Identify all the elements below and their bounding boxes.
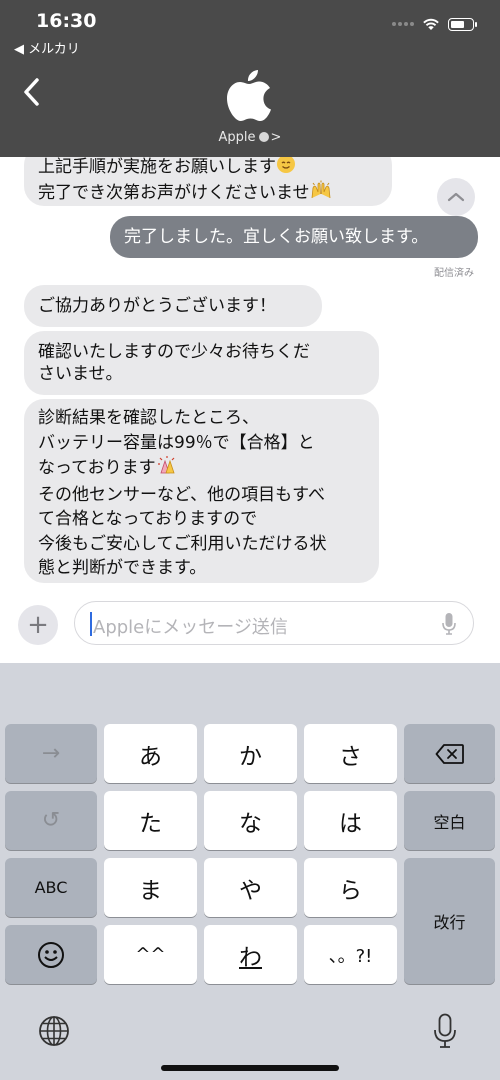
chevron-left-icon <box>24 78 39 106</box>
add-attachment-button[interactable]: + <box>18 605 58 645</box>
scroll-up-button[interactable] <box>437 178 475 216</box>
key-label: た <box>139 810 162 837</box>
key-label: 、。?! <box>328 945 373 967</box>
key-return[interactable]: 改行 <box>404 858 495 984</box>
raising-hands-emoji-icon <box>310 180 332 206</box>
message-text: 態と判断ができます。 <box>38 558 207 578</box>
status-indicators <box>392 17 477 31</box>
status-time: 16:30 <box>36 10 97 32</box>
contact-name-button[interactable]: Apple > <box>0 130 500 145</box>
message-text: 今後もご安心してご利用いただける状 <box>38 533 327 554</box>
key-dakuten[interactable]: ^^ <box>104 925 197 984</box>
battery-icon <box>448 17 477 31</box>
message-text: なっております <box>38 455 365 483</box>
message-text: 上記手順が実施をお願いします <box>38 157 378 180</box>
key-label: あ <box>139 743 162 770</box>
message-text: 完了でき次第お声がけくださいませ <box>38 180 378 206</box>
plus-icon: + <box>27 610 49 640</box>
key-delete[interactable] <box>404 724 495 783</box>
message-text: 完了しました。宜しくお願い致します。 <box>124 227 429 247</box>
contact-name: Apple <box>218 130 256 145</box>
message-bubble-outgoing: 完了しました。宜しくお願い致します。 <box>110 216 478 258</box>
globe-icon[interactable] <box>38 1015 70 1047</box>
undo-icon: ↺ <box>41 808 61 833</box>
message-bubble-incoming: 確認いたしますので少々お待ちくだ さいませ。 <box>24 331 379 395</box>
message-text: さいませ。 <box>38 364 123 384</box>
message-bubble-incoming: 上記手順が実施をお願いします 完了でき次第お声がけくださいませ <box>24 157 392 206</box>
key-sa[interactable]: さ <box>304 724 397 783</box>
message-text: その他センサーなど、他の項目もすべ <box>38 484 325 505</box>
delivery-status: 配信済み <box>434 268 474 279</box>
message-list[interactable]: 上記手順が実施をお願いします 完了でき次第お声がけくださいませ 完了しました。宜… <box>0 157 500 662</box>
key-label: か <box>239 743 262 770</box>
chevron-right-icon: > <box>270 130 282 145</box>
key-ha[interactable]: は <box>304 791 397 850</box>
chat-header: 16:30 ◀ メルカリ Apple > <box>0 0 500 157</box>
message-text: 診断結果を確認したところ、 <box>38 408 259 428</box>
chevron-up-icon <box>447 192 465 202</box>
home-indicator <box>161 1065 339 1071</box>
key-label: や <box>239 877 262 904</box>
party-emoji-icon <box>156 455 178 483</box>
key-label: ^^ <box>135 944 166 965</box>
back-to-app-link[interactable]: ◀ メルカリ <box>14 38 80 57</box>
key-label: ら <box>339 877 362 904</box>
emoji-smiley-icon <box>38 941 64 968</box>
key-next-candidate[interactable]: → <box>5 724 97 783</box>
key-wa[interactable]: わ <box>204 925 297 984</box>
key-label: さ <box>339 743 362 770</box>
key-ya[interactable]: や <box>204 858 297 917</box>
apple-logo-icon[interactable] <box>220 66 278 124</box>
text-caret <box>90 612 92 636</box>
key-label: ABC <box>34 878 68 897</box>
key-a[interactable]: あ <box>104 724 197 783</box>
key-label: わ <box>239 944 262 971</box>
back-button[interactable] <box>14 72 48 112</box>
message-bubble-incoming: 診断結果を確認したところ、 バッテリー容量は99％で【合格】と なっております … <box>24 399 379 583</box>
key-emoji[interactable] <box>5 925 97 984</box>
wifi-icon <box>423 18 439 30</box>
backspace-icon <box>435 743 464 764</box>
key-ta[interactable]: た <box>104 791 197 850</box>
message-input-placeholder: Appleにメッセージ送信 <box>93 617 288 638</box>
key-undo[interactable]: ↺ <box>5 791 97 850</box>
key-punctuation[interactable]: 、。?! <box>304 925 397 984</box>
dictation-microphone-icon[interactable] <box>432 1013 458 1049</box>
key-label: 空白 <box>433 812 466 832</box>
message-input[interactable]: Appleにメッセージ送信 <box>74 601 474 645</box>
message-bubble-incoming: ご協力ありがとうございます！ <box>24 285 322 327</box>
key-label: 改行 <box>433 913 466 932</box>
key-label: は <box>339 810 362 837</box>
arrow-right-icon: → <box>41 741 61 766</box>
microphone-icon[interactable] <box>441 612 457 636</box>
signal-icon <box>392 22 414 26</box>
japanese-kana-keyboard: → ↺ ABC あ か さ た な は ま や ら ^^ わ 、。?! 空白 改… <box>0 663 500 1080</box>
message-text: ご協力ありがとうございます！ <box>38 296 276 316</box>
smiling-face-emoji-icon <box>276 157 296 180</box>
key-na[interactable]: な <box>204 791 297 850</box>
verified-badge-icon <box>258 132 269 142</box>
key-label: な <box>239 810 262 837</box>
key-ka[interactable]: か <box>204 724 297 783</box>
key-ra[interactable]: ら <box>304 858 397 917</box>
key-abc[interactable]: ABC <box>5 858 97 917</box>
key-ma[interactable]: ま <box>104 858 197 917</box>
key-space[interactable]: 空白 <box>404 791 495 850</box>
key-label: ま <box>139 877 162 904</box>
message-text: て合格となっておりますので <box>38 509 258 529</box>
message-text: バッテリー容量は99％で【合格】と <box>38 432 315 453</box>
message-text: 確認いたしますので少々お待ちくだ <box>38 342 310 362</box>
